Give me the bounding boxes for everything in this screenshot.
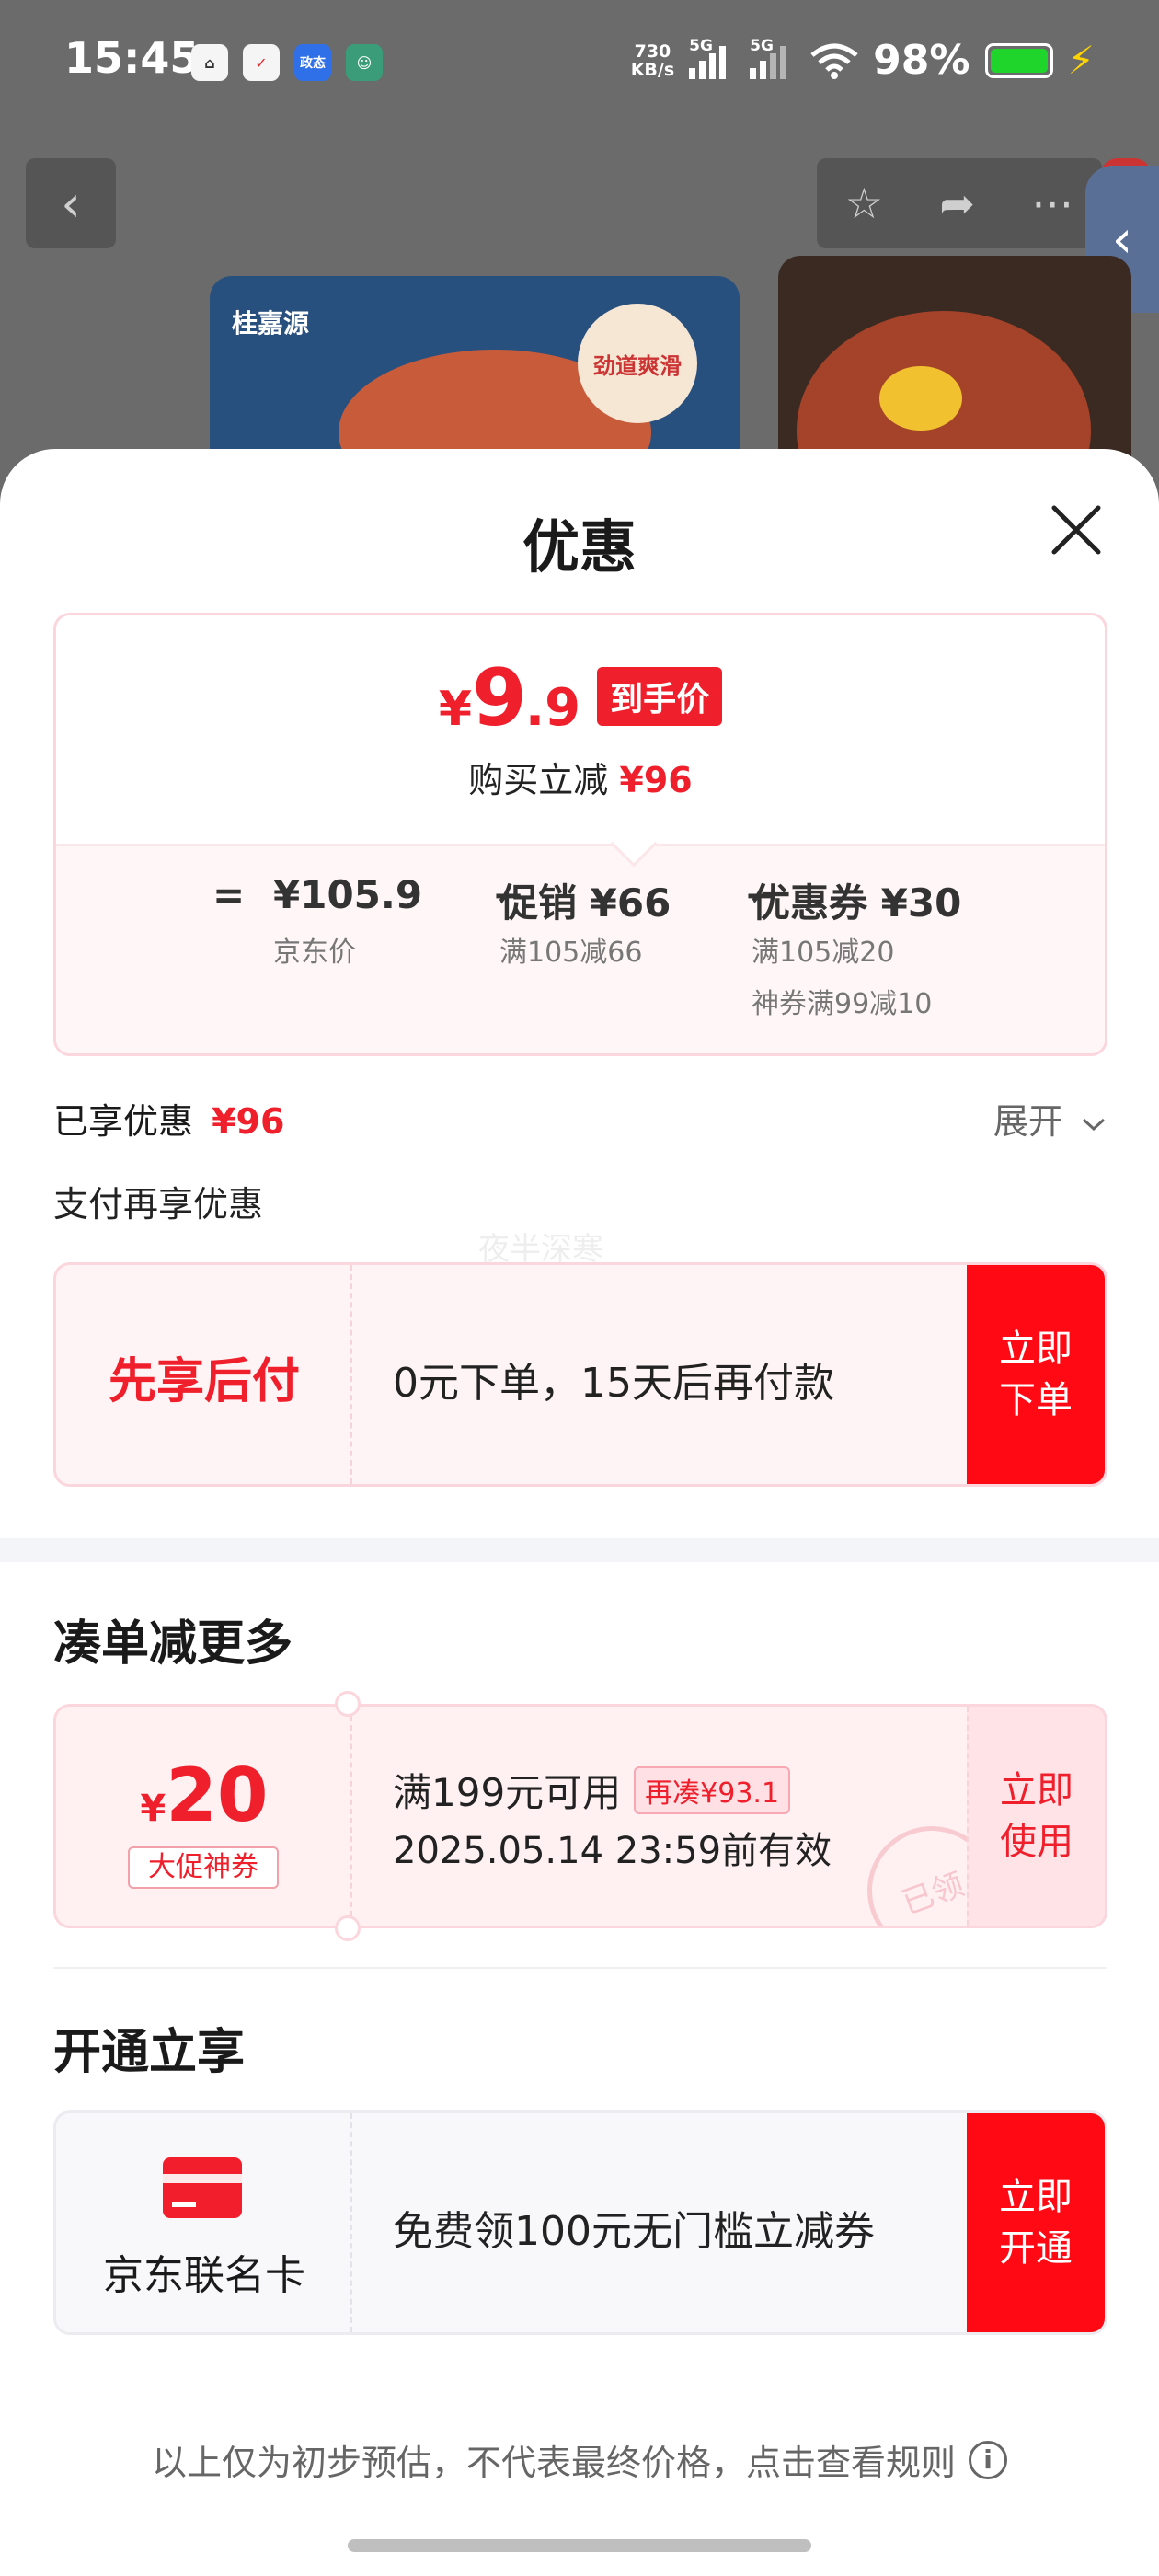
coupon-amount: ¥20 <box>56 1753 352 1838</box>
signal-1-icon: 5G <box>689 37 735 79</box>
top-actions: ☆ ➦ ⋯ <box>817 158 1102 248</box>
base-price-value: ¥105.9 <box>273 872 423 917</box>
net-speed: 730 KB/s <box>631 42 674 79</box>
saving-line: 购买立减 ¥96 <box>56 752 1105 802</box>
saving-prefix: 购买立减 <box>468 760 609 800</box>
back-button[interactable]: ‹ <box>26 158 116 248</box>
coupon-extra-tag: 再凑¥93.1 <box>634 1765 791 1814</box>
jd-card-desc: 免费领100元无门槛立减券 <box>393 2208 875 2255</box>
order-now-button[interactable]: 立即 下单 <box>967 1265 1105 1484</box>
open-now-button[interactable]: 立即 开通 <box>967 2113 1105 2332</box>
coupon-notch-top <box>335 1691 361 1717</box>
background-page: 15:45 ⌂ ✓ 政态 ☺ 730 KB/s 5G 5G 98% ⚡ ‹ ☆ … <box>0 0 1159 515</box>
price-breakdown-card: ¥ 9 .9 到手价 购买立减 ¥96 = ¥105.9 京东价 − 促销 ¥6… <box>53 613 1107 1056</box>
promo-label: 满105减66 <box>499 937 643 969</box>
saving-amount: ¥96 <box>619 760 693 800</box>
coupon-currency: ¥ <box>140 1788 166 1830</box>
coupon-mid: 满199元可用 再凑¥93.1 2025.05.14 23:59前有效 已领 <box>352 1707 1015 1926</box>
footer-note-row[interactable]: 以上仅为初步预估，不代表最终价格，点击查看规则 i <box>0 2434 1159 2485</box>
share-icon[interactable]: ➦ <box>939 178 975 228</box>
enjoyed-discount-row: 已享优惠 ¥96 展开 <box>53 1093 1107 1148</box>
coupon-label-1: 满105减20 <box>752 937 895 969</box>
net-speed-unit: KB/s <box>630 59 675 80</box>
wifi-icon <box>810 43 858 79</box>
coupon-condition-row: 满199元可用 再凑¥93.1 <box>393 1762 791 1818</box>
jd-card-mid: 免费领100元无门槛立减券 <box>352 2113 967 2332</box>
enjoyed-label: 已享优惠 <box>53 1101 194 1142</box>
coupon-valid-date: 2025.05.14 23:59前有效 <box>393 1830 832 1872</box>
promo-value: 促销 ¥66 <box>499 880 671 926</box>
section-divider <box>0 1538 1159 1562</box>
price-currency: ¥ <box>438 682 473 737</box>
bundle-section-title: 凑单减更多 <box>53 1616 293 1672</box>
sheet-title: 优惠 <box>522 513 637 581</box>
home-indicator[interactable] <box>348 2539 811 2552</box>
xiaohongshu-icon: ✓ <box>243 44 280 81</box>
status-indicators: 730 KB/s 5G 5G 98% ⚡ <box>631 37 1096 85</box>
avatar-app-icon: ☺ <box>346 44 383 81</box>
status-bar: 15:45 ⌂ ✓ 政态 ☺ 730 KB/s 5G 5G 98% ⚡ <box>0 0 1159 129</box>
price-decimal: .9 <box>524 678 581 738</box>
signal-2-icon: 5G <box>750 37 796 79</box>
final-price-section: ¥ 9 .9 到手价 购买立减 ¥96 <box>56 615 1105 844</box>
pay-later-left: 先享后付 <box>56 1265 352 1484</box>
coupon-amount-value: 20 <box>166 1753 269 1838</box>
pay-more-label: 支付再享优惠 <box>53 1184 264 1225</box>
product-brand: 桂嘉源 <box>232 308 310 339</box>
price-calculation: = ¥105.9 京东价 − 促销 ¥66 满105减66 − 优惠券 ¥30 … <box>56 844 1105 1053</box>
footer-note: 以上仅为初步预估，不代表最终价格，点击查看规则 <box>151 2443 956 2483</box>
sim2-label: 5G <box>750 36 774 55</box>
jd-card-name: 京东联名卡 <box>103 2252 305 2299</box>
sim1-label: 5G <box>689 36 713 55</box>
coupon-label-2: 神券满99减10 <box>752 988 933 1020</box>
coupon-notch-bottom <box>335 1915 361 1941</box>
coupon-type-badge: 大促神券 <box>128 1846 279 1889</box>
enjoyed-amount: ¥96 <box>212 1101 285 1142</box>
battery-percent: 98% <box>873 37 970 84</box>
pay-later-mid: 0元下单，15天后再付款 <box>352 1265 967 1484</box>
final-price-tag: 到手价 <box>597 667 723 726</box>
expand-button[interactable]: 展开 <box>993 1093 1107 1144</box>
credit-card-icon <box>163 2157 242 2218</box>
discount-sheet: 优惠 ¥ 9 .9 到手价 购买立减 ¥96 = ¥105.9 京东价 − 促销… <box>0 449 1159 2576</box>
chevron-down-icon <box>1082 1118 1106 1132</box>
pay-later-desc: 0元下单，15天后再付款 <box>393 1360 834 1407</box>
open-section-title: 开通立享 <box>53 2025 246 2080</box>
divider-line <box>53 1967 1107 1969</box>
pay-later-title: 先享后付 <box>108 1354 300 1409</box>
jd-card-offer[interactable]: 京东联名卡 免费领100元无门槛立减券 立即 开通 <box>53 2110 1107 2335</box>
coupon-condition: 满199元可用 <box>393 1770 622 1815</box>
close-icon[interactable] <box>1049 502 1104 558</box>
coupon-left: ¥20 大促神券 <box>56 1707 352 1926</box>
pay-later-card[interactable]: 先享后付 0元下单，15天后再付款 立即 下单 <box>53 1262 1107 1487</box>
price-integer: 9 <box>472 652 527 744</box>
battery-icon <box>984 42 1053 78</box>
net-speed-value: 730 <box>634 40 671 62</box>
equals-sign: = <box>212 872 246 917</box>
use-now-button[interactable]: 立即 使用 <box>967 1707 1105 1926</box>
final-price: ¥ 9 .9 到手价 <box>56 652 1105 744</box>
base-price-label: 京东价 <box>273 937 356 969</box>
coupon-value: 优惠券 ¥30 <box>752 880 962 926</box>
favorite-icon[interactable]: ☆ <box>845 178 883 228</box>
home-app-icon: ⌂ <box>191 44 228 81</box>
alipay-icon: 政态 <box>294 44 331 81</box>
info-icon[interactable]: i <box>969 2440 1007 2479</box>
status-time: 15:45 <box>64 33 200 83</box>
coupon-card[interactable]: ¥20 大促神券 满199元可用 再凑¥93.1 2025.05.14 23:5… <box>53 1704 1107 1928</box>
jd-card-left: 京东联名卡 <box>56 2113 352 2332</box>
product-badge: 劲道爽滑 <box>578 304 697 423</box>
more-icon[interactable]: ⋯ <box>1031 178 1073 228</box>
charging-icon: ⚡ <box>1067 38 1096 83</box>
expand-label: 展开 <box>993 1101 1063 1142</box>
